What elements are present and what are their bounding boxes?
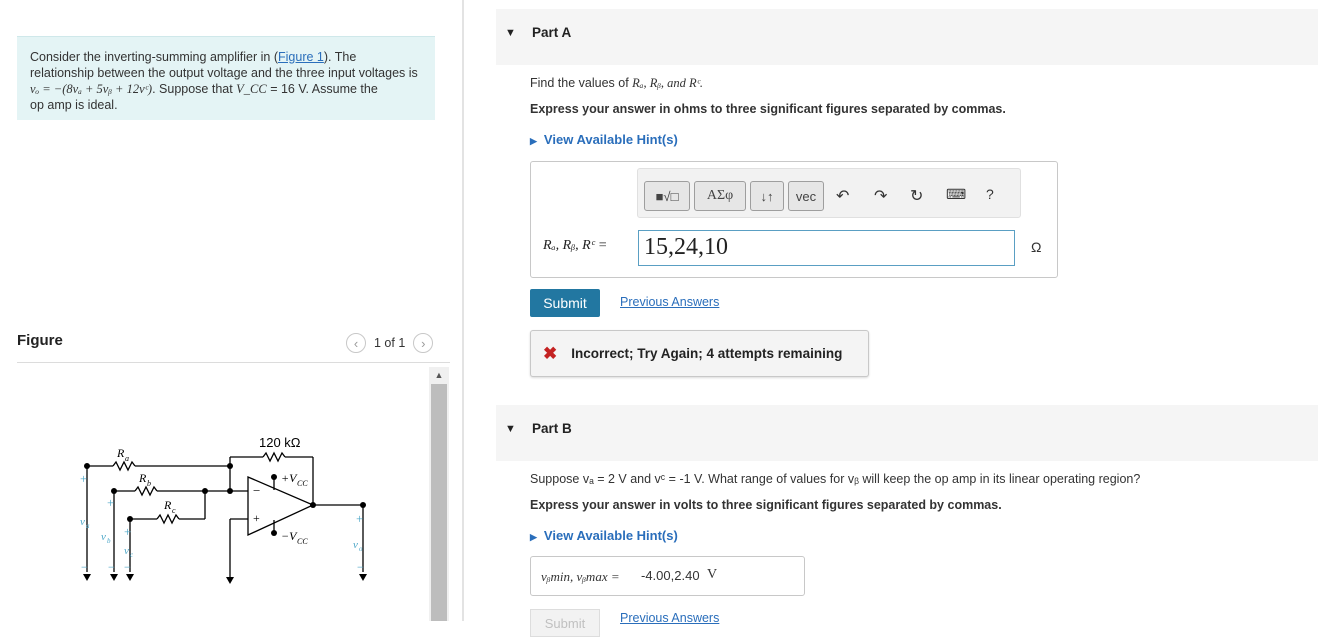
caret-right-icon: ▶ — [530, 532, 537, 542]
va-label: v — [80, 516, 85, 528]
arrows-button[interactable]: ↓↑ — [750, 181, 784, 211]
problem-statement: Consider the inverting-summing amplifier… — [17, 36, 435, 120]
vcc-neg-label: −V — [281, 529, 298, 543]
part-a-answer-box: ■√□ ΑΣφ ↓↑ vec ↶ ↷ ↻ ⌨ ? Rₐ, Rᵦ, Rᶜ = 15… — [530, 161, 1058, 278]
problem-line-4: op amp is ideal. — [30, 98, 118, 112]
svg-text:o: o — [359, 545, 363, 553]
svg-text:b: b — [107, 537, 111, 545]
vec-button[interactable]: vec — [788, 181, 824, 211]
part-b-previous-answers-link[interactable]: Previous Answers — [620, 611, 719, 625]
part-b-label: Part B — [532, 421, 572, 436]
undo-icon[interactable]: ↶ — [836, 186, 849, 206]
svg-text:−: − — [357, 560, 364, 574]
part-a-prompt: Find the values of Rₐ, Rᵦ, and Rᶜ. — [530, 76, 704, 90]
panel-divider — [462, 0, 464, 621]
feedback-resistor-label: 120 kΩ — [259, 435, 301, 450]
svg-text:a: a — [86, 522, 90, 530]
svg-text:a: a — [125, 454, 129, 463]
part-b-answer-box: vᵦmin, vᵦmax = -4.00,2.40 V — [530, 556, 805, 596]
svg-text:b: b — [147, 479, 151, 488]
part-a-unit: Ω — [1031, 239, 1042, 255]
part-b-header[interactable]: ▼ Part B — [496, 405, 1318, 461]
relationship-equation: vₒ = −(8vₐ + 5vᵦ + 12vᶜ) — [30, 82, 153, 96]
vo-label: v — [353, 539, 358, 551]
collapse-triangle-icon[interactable]: ▼ — [505, 423, 516, 435]
part-b-equation-label: vᵦmin, vᵦmax = — [541, 569, 620, 584]
error-x-icon: ✖ — [543, 343, 558, 363]
figure-panel: 120 kΩ R a R b R c +V CC −V CC − + + v a… — [17, 367, 427, 621]
scrollbar-thumb[interactable] — [431, 384, 447, 621]
svg-text:−: − — [253, 483, 260, 498]
vcc-pos-label: +V — [281, 471, 298, 485]
svg-text:−: − — [124, 560, 131, 574]
chevron-right-icon[interactable]: › — [413, 333, 434, 353]
figure-pager: ‹ 1 of 1 › — [346, 333, 434, 353]
part-a-label: Part A — [532, 25, 572, 40]
greek-button[interactable]: ΑΣφ — [694, 181, 746, 211]
svg-text:+: + — [253, 511, 260, 525]
rb-label: R — [138, 471, 147, 485]
help-icon[interactable]: ? — [986, 186, 994, 202]
problem-line-3: vₒ = −(8vₐ + 5vᵦ + 12vᶜ). Suppose that V… — [30, 82, 378, 96]
part-a-submit-button[interactable]: Submit — [530, 289, 600, 317]
part-a-feedback: ✖ Incorrect; Try Again; 4 attempts remai… — [530, 330, 869, 377]
ra-label: R — [116, 446, 125, 460]
chevron-left-icon[interactable]: ‹ — [346, 333, 366, 353]
math-toolbar: ■√□ ΑΣφ ↓↑ vec ↶ ↷ ↻ ⌨ ? — [637, 168, 1021, 218]
svg-text:c: c — [130, 551, 134, 559]
part-a-hint-toggle[interactable]: ▶ View Available Hint(s) — [530, 132, 678, 147]
problem-line-2: relationship between the output voltage … — [30, 66, 418, 80]
svg-text:CC: CC — [297, 537, 308, 546]
keyboard-icon[interactable]: ⌨ — [946, 186, 966, 203]
figure-divider — [17, 362, 450, 363]
part-b-unit: V — [707, 567, 718, 582]
part-b-hint-toggle[interactable]: ▶ View Available Hint(s) — [530, 528, 678, 543]
problem-line-1: Consider the inverting-summing amplifier… — [30, 50, 357, 64]
part-a-answer-input[interactable]: 15,24,10 — [638, 230, 1015, 266]
rc-label: R — [163, 498, 172, 512]
figure-title: Figure — [17, 332, 63, 349]
caret-right-icon: ▶ — [530, 136, 537, 146]
svg-text:+: + — [80, 471, 87, 486]
vb-label: v — [101, 531, 106, 543]
part-b-submit-button[interactable]: Submit — [530, 609, 600, 637]
figure-link[interactable]: Figure 1 — [278, 50, 324, 64]
part-a-equation-label: Rₐ, Rᵦ, Rᶜ = — [543, 238, 608, 253]
svg-text:+: + — [356, 511, 363, 526]
svg-text:CC: CC — [297, 479, 308, 488]
scroll-up-arrow-icon[interactable]: ▲ — [429, 367, 449, 383]
redo-icon[interactable]: ↷ — [874, 186, 887, 206]
svg-text:+: + — [107, 495, 114, 510]
part-b-answer-value[interactable]: -4.00,2.40 — [641, 568, 700, 583]
vcc-symbol: V_CC — [236, 82, 267, 96]
part-a-instruction: Express your answer in ohms to three sig… — [530, 102, 1006, 116]
page-indicator: 1 of 1 — [374, 336, 406, 350]
collapse-triangle-icon[interactable]: ▼ — [505, 27, 516, 39]
vc-label: v — [124, 545, 129, 557]
circuit-diagram: 120 kΩ R a R b R c +V CC −V CC − + + v a… — [80, 435, 367, 584]
svg-text:−: − — [108, 560, 115, 574]
templates-button[interactable]: ■√□ — [644, 181, 690, 211]
part-b-instruction: Express your answer in volts to three si… — [530, 498, 1002, 512]
svg-text:c: c — [172, 506, 176, 515]
svg-text:−: − — [81, 560, 88, 574]
part-b-prompt: Suppose vₐ = 2 V and vᶜ = -1 V. What ran… — [530, 472, 1141, 486]
part-a-previous-answers-link[interactable]: Previous Answers — [620, 295, 719, 309]
reset-icon[interactable]: ↻ — [910, 186, 923, 206]
svg-text:+: + — [124, 524, 131, 539]
part-a-header[interactable]: ▼ Part A — [496, 9, 1318, 65]
